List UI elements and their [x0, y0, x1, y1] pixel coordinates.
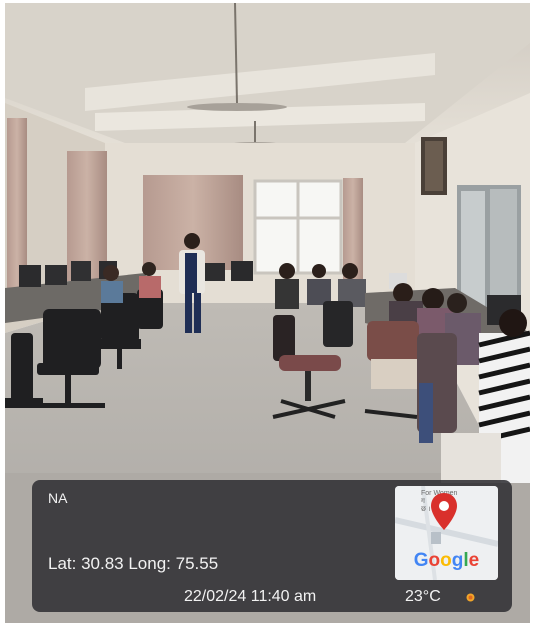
google-logo: Google: [413, 550, 480, 571]
camera-photo: NA Lat: 30.83 Long: 75.55 22/02/24 11:40…: [0, 0, 534, 628]
map-pin-icon: [431, 493, 457, 530]
sun-icon: [466, 593, 475, 602]
geotag-overlay: NA Lat: 30.83 Long: 75.55 22/02/24 11:40…: [32, 480, 512, 612]
timestamp: 22/02/24 11:40 am: [184, 588, 317, 605]
gps-coordinates: Lat: 30.83 Long: 75.55: [48, 554, 219, 573]
location-name: NA: [48, 490, 68, 506]
map-thumbnail: For Women ग छ । Google: [395, 486, 498, 580]
temperature: 23°C: [405, 588, 441, 605]
